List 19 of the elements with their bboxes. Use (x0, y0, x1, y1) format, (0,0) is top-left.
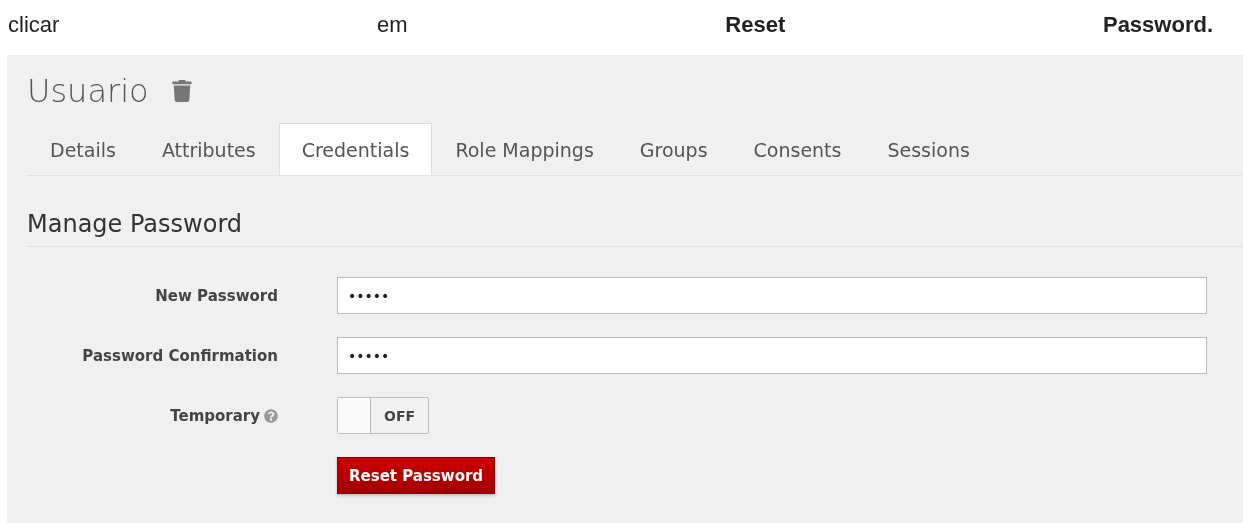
tab[interactable]: Groups (616, 123, 731, 175)
section-title: Manage Password (27, 210, 1243, 247)
password-field[interactable]: ••••• (337, 337, 1207, 374)
tab[interactable]: Credentials (278, 123, 433, 175)
tab[interactable]: Details (27, 123, 139, 175)
page-title: Usuario (27, 72, 149, 110)
field-label: New Password (155, 286, 278, 305)
reset-password-button[interactable]: Reset Password (337, 457, 496, 494)
tab[interactable]: Role Mappings (432, 123, 617, 175)
tab[interactable]: Attributes (138, 123, 279, 175)
help-icon[interactable] (264, 408, 278, 423)
password-field[interactable]: ••••• (337, 277, 1207, 314)
toggle-switch[interactable]: OFF (337, 397, 429, 434)
trash-icon[interactable] (170, 80, 193, 102)
instruction-text: clicar em Reset Password. (7, 11, 1214, 39)
field-label: Password Confirmation (82, 346, 278, 365)
tab[interactable]: Sessions (864, 123, 993, 175)
tab[interactable]: Consents (730, 123, 865, 175)
field-label: Temporary (170, 406, 260, 425)
